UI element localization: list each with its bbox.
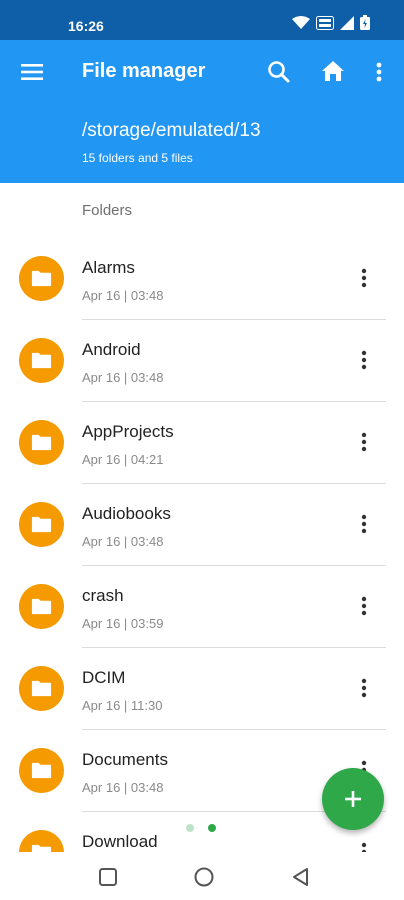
- folder-date: Apr 16 | 03:48: [82, 534, 164, 549]
- volte-icon: [316, 15, 334, 30]
- item-more-button[interactable]: [354, 511, 374, 537]
- folder-date: Apr 16 | 03:48: [82, 780, 164, 795]
- app-title: File manager: [82, 60, 206, 82]
- folder-date: Apr 16 | 03:48: [82, 370, 164, 385]
- folder-list: Alarms Apr 16 | 03:48 Android Apr 16 | 0…: [0, 238, 404, 852]
- folder-date: Apr 16 | 03:48: [82, 288, 164, 303]
- list-item[interactable]: Audiobooks Apr 16 | 03:48: [0, 484, 404, 566]
- menu-button[interactable]: [20, 60, 44, 84]
- search-icon: [268, 61, 290, 83]
- more-vert-icon: [361, 268, 367, 288]
- folder-name: Download: [82, 832, 158, 851]
- folder-date: Apr 16 | 03:59: [82, 616, 164, 631]
- list-item[interactable]: DCIM Apr 16 | 11:30: [0, 648, 404, 730]
- status-bar: 16:26: [0, 0, 404, 40]
- folder-icon: [19, 830, 64, 852]
- item-more-button[interactable]: [354, 265, 374, 291]
- folder-icon: [19, 338, 64, 383]
- home-icon: [322, 61, 344, 81]
- folder-icon: [19, 256, 64, 301]
- folder-icon: [19, 748, 64, 793]
- folder-icon: [19, 420, 64, 465]
- home-nav-button[interactable]: [193, 866, 215, 888]
- current-path: /storage/emulated/13: [82, 120, 261, 141]
- folder-name: crash: [82, 586, 124, 605]
- system-nav-bar: [0, 852, 404, 900]
- section-header-folders: Folders: [82, 202, 133, 219]
- folder-name: DCIM: [82, 668, 126, 687]
- signal-icon: [340, 15, 354, 30]
- folder-summary: 15 folders and 5 files: [82, 151, 193, 165]
- battery-icon: [360, 15, 370, 30]
- more-vert-icon: [361, 842, 367, 852]
- folder-date: Apr 16 | 11:30: [82, 698, 163, 713]
- add-button[interactable]: [322, 768, 384, 830]
- more-vert-icon: [361, 350, 367, 370]
- folder-icon: [19, 584, 64, 629]
- folder-date: Apr 16 | 04:21: [82, 452, 164, 467]
- recents-button[interactable]: [97, 866, 119, 888]
- list-item[interactable]: crash Apr 16 | 03:59: [0, 566, 404, 648]
- search-button[interactable]: [266, 59, 292, 85]
- item-more-button[interactable]: [354, 675, 374, 701]
- menu-icon: [21, 64, 43, 80]
- app-bar: File manager /storage/emulated/13 15 fol…: [0, 40, 404, 183]
- folder-name: Android: [82, 340, 141, 359]
- folder-name: Documents: [82, 750, 168, 769]
- folder-name: Audiobooks: [82, 504, 171, 523]
- item-more-button[interactable]: [354, 429, 374, 455]
- folder-name: AppProjects: [82, 422, 174, 441]
- status-icons: [292, 15, 370, 30]
- more-vert-icon: [361, 678, 367, 698]
- wifi-icon: [292, 15, 310, 29]
- item-more-button[interactable]: [354, 839, 374, 852]
- folder-name: Alarms: [82, 258, 135, 277]
- folder-icon: [19, 502, 64, 547]
- item-more-button[interactable]: [354, 347, 374, 373]
- plus-icon: [345, 791, 361, 807]
- home-button[interactable]: [320, 58, 346, 84]
- list-item[interactable]: AppProjects Apr 16 | 04:21: [0, 402, 404, 484]
- list-item[interactable]: Alarms Apr 16 | 03:48: [0, 238, 404, 320]
- more-vert-icon: [361, 514, 367, 534]
- more-options-button[interactable]: [368, 59, 390, 85]
- square-icon: [99, 868, 117, 886]
- triangle-back-icon: [293, 868, 308, 886]
- more-vert-icon: [376, 62, 382, 82]
- circle-icon: [194, 867, 214, 887]
- back-button[interactable]: [290, 866, 312, 888]
- folder-icon: [19, 666, 64, 711]
- pager-dot: [186, 824, 194, 832]
- list-item[interactable]: Android Apr 16 | 03:48: [0, 320, 404, 402]
- pager-dot: [208, 824, 216, 832]
- more-vert-icon: [361, 432, 367, 452]
- status-time: 16:26: [68, 18, 104, 34]
- more-vert-icon: [361, 596, 367, 616]
- item-more-button[interactable]: [354, 593, 374, 619]
- pager-indicator: [186, 824, 216, 832]
